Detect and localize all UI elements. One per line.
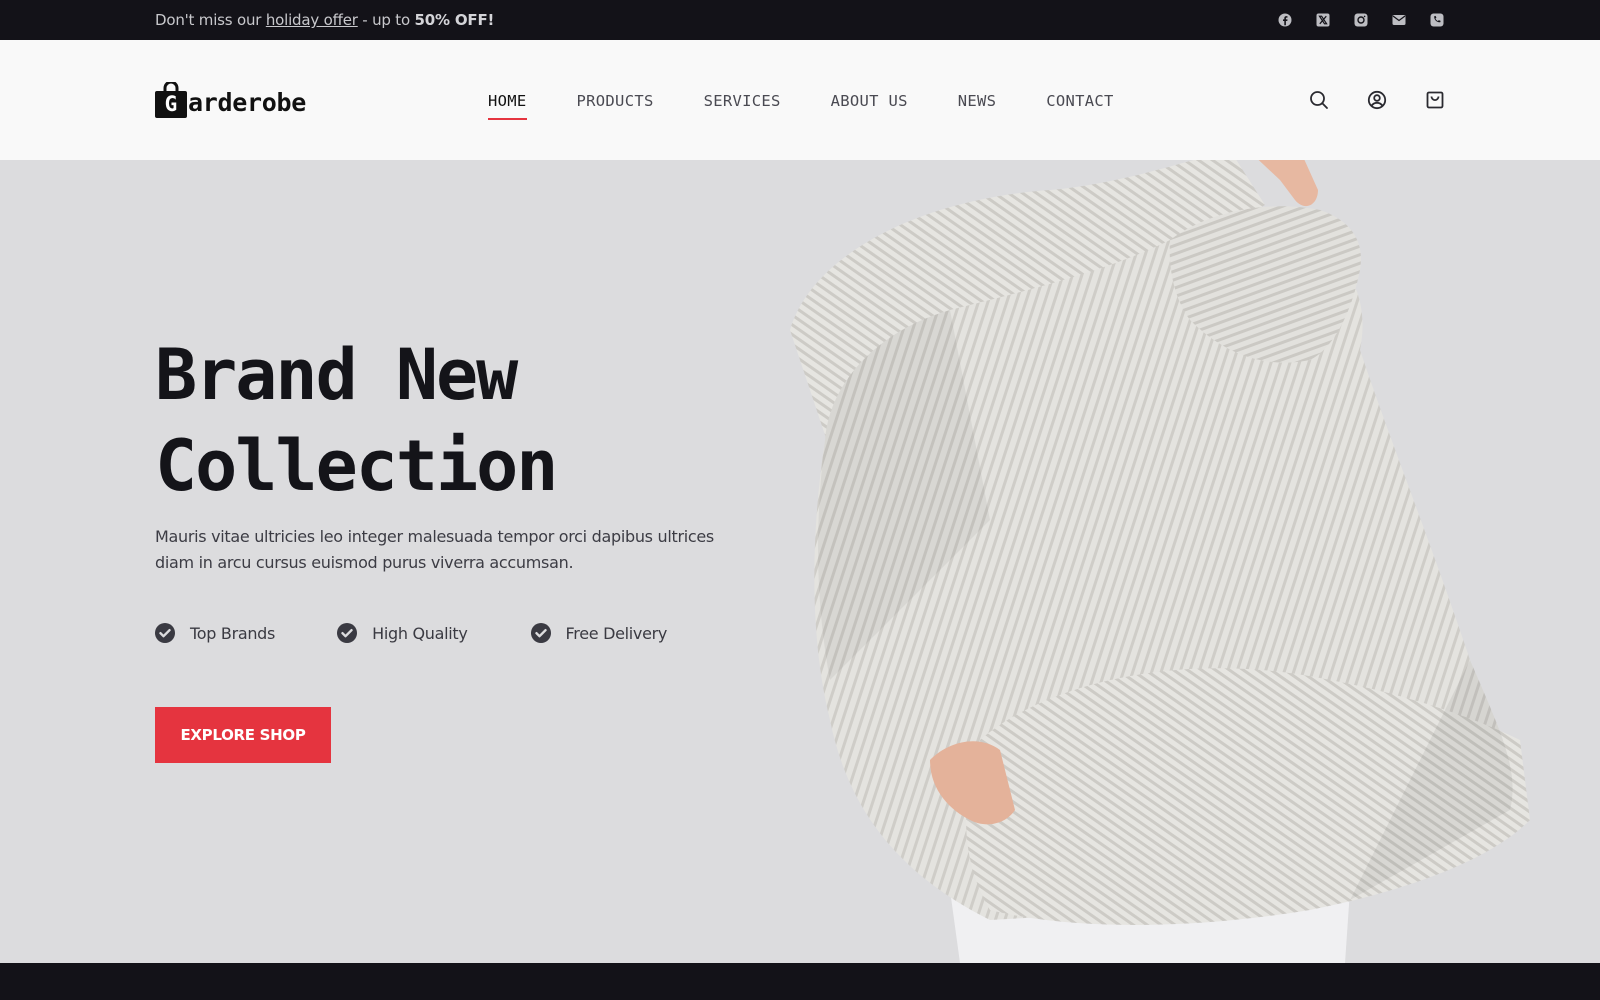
promo-middle: - up to bbox=[357, 11, 415, 29]
feature-label: Free Delivery bbox=[565, 623, 668, 643]
site-header: G arderobe HOME PRODUCTS SERVICES ABOUT … bbox=[0, 40, 1600, 160]
feature-item: Free Delivery bbox=[530, 623, 668, 643]
shopping-bag-logo-icon: G bbox=[155, 82, 187, 118]
explore-shop-button[interactable]: EXPLORE SHOP bbox=[155, 707, 331, 763]
nav-contact[interactable]: CONTACT bbox=[1046, 92, 1113, 120]
hero-title-line-1: Brand New bbox=[155, 334, 518, 416]
header-tools bbox=[1309, 90, 1445, 110]
logo-letter: G bbox=[164, 92, 178, 116]
bottom-dark-bar bbox=[0, 963, 1600, 1000]
facebook-icon[interactable] bbox=[1277, 12, 1293, 28]
hero-title-line-2: Collection bbox=[155, 425, 558, 507]
check-circle-icon bbox=[337, 623, 358, 643]
social-links bbox=[1277, 12, 1445, 28]
hero-section: Brand New Collection Mauris vitae ultric… bbox=[0, 160, 1600, 963]
nav-services[interactable]: SERVICES bbox=[704, 92, 781, 120]
main-navigation: HOME PRODUCTS SERVICES ABOUT US NEWS CON… bbox=[488, 92, 1114, 120]
hero-title: Brand New Collection bbox=[155, 330, 558, 512]
top-announcement-bar: Don't miss our holiday offer - up to 50%… bbox=[0, 0, 1600, 40]
hero-description: Mauris vitae ultricies leo integer males… bbox=[155, 527, 714, 572]
nav-news[interactable]: NEWS bbox=[958, 92, 997, 120]
search-icon[interactable] bbox=[1309, 90, 1329, 110]
promo-prefix: Don't miss our bbox=[155, 11, 266, 29]
feature-item: Top Brands bbox=[155, 623, 275, 643]
feature-label: Top Brands bbox=[190, 623, 276, 643]
logo-wordmark: arderobe bbox=[188, 88, 307, 117]
user-account-icon[interactable] bbox=[1367, 90, 1387, 110]
nav-products[interactable]: PRODUCTS bbox=[577, 92, 654, 120]
promo-discount: 50% OFF! bbox=[414, 11, 495, 29]
feature-list: Top Brands High Quality Free Delivery bbox=[155, 623, 729, 643]
check-circle-icon bbox=[155, 623, 175, 643]
nav-about-us[interactable]: ABOUT US bbox=[831, 92, 908, 120]
nav-home[interactable]: HOME bbox=[488, 92, 527, 120]
promo-text: Don't miss our holiday offer - up to 50%… bbox=[155, 11, 494, 29]
phone-icon[interactable] bbox=[1429, 12, 1445, 28]
instagram-icon[interactable] bbox=[1353, 12, 1369, 28]
mail-icon[interactable] bbox=[1391, 12, 1407, 28]
feature-item: High Quality bbox=[337, 623, 468, 643]
shopping-bag-icon[interactable] bbox=[1425, 90, 1445, 110]
hero-sweater-photo bbox=[790, 160, 1530, 963]
holiday-offer-link[interactable]: holiday offer bbox=[266, 11, 358, 29]
brand-logo[interactable]: G arderobe bbox=[155, 82, 306, 118]
check-circle-icon bbox=[530, 623, 551, 643]
x-twitter-icon[interactable] bbox=[1315, 12, 1331, 28]
feature-label: High Quality bbox=[372, 623, 468, 643]
